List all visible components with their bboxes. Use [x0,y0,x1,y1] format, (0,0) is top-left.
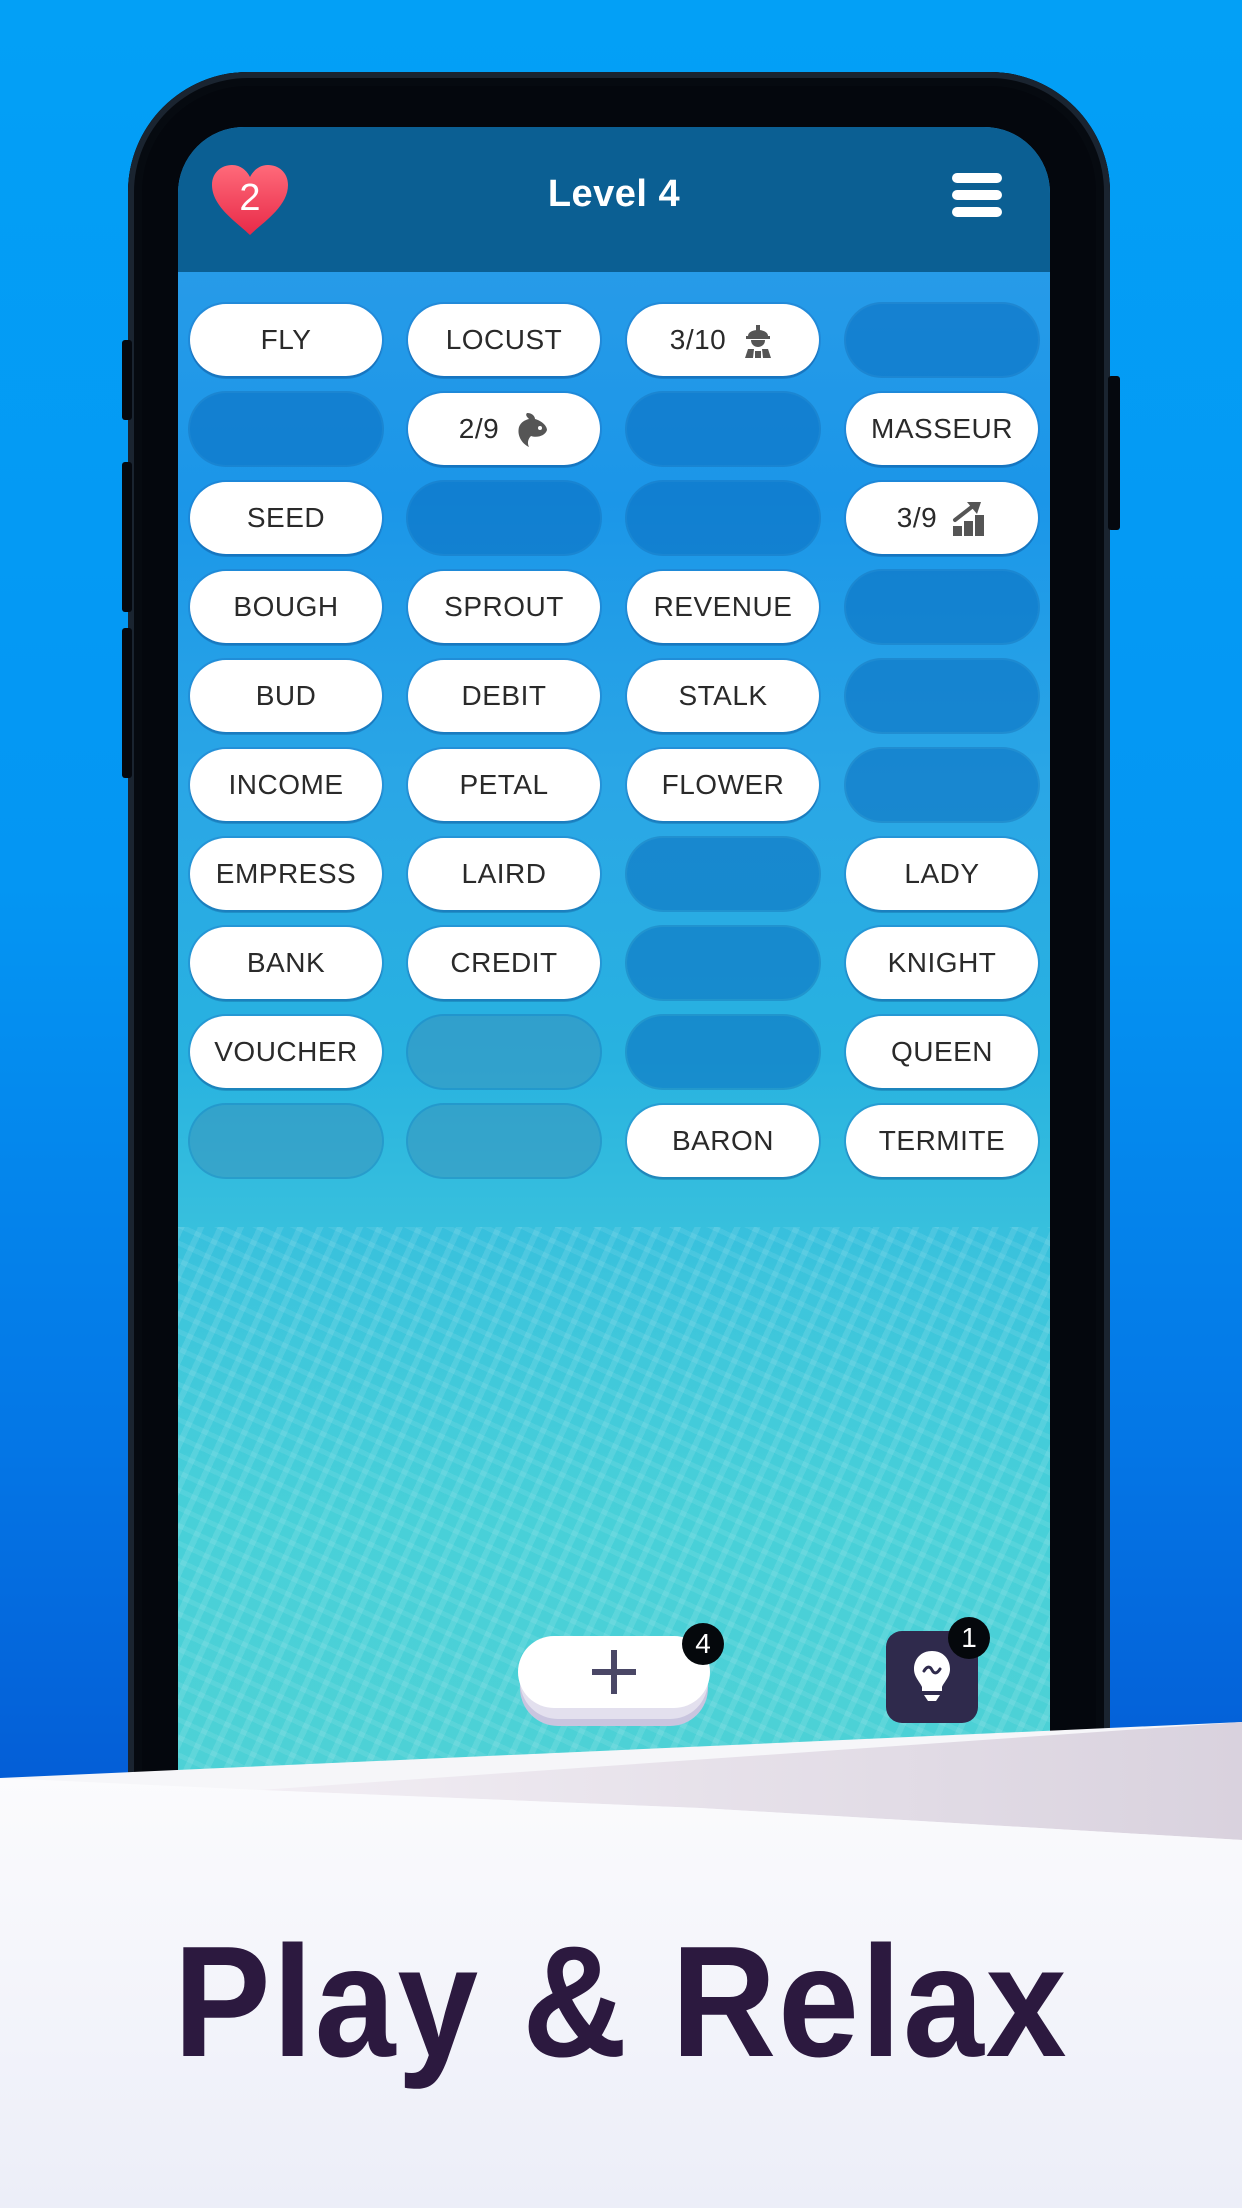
word-card[interactable]: QUEEN [846,1016,1038,1088]
word-card-label: CREDIT [450,947,558,978]
empty-slot [408,1016,600,1088]
add-cards-button[interactable] [518,1636,710,1726]
category-card[interactable]: 3/10 [627,304,819,376]
word-card-label: MASSEUR [871,413,1013,444]
empty-slot [627,838,819,910]
empty-slot [627,1016,819,1088]
word-card[interactable]: STALK [627,660,819,732]
word-card[interactable]: TERMITE [846,1105,1038,1177]
word-card-label: DEBIT [461,680,547,711]
empty-slot [627,927,819,999]
word-card-label: LOCUST [445,324,563,355]
empty-slot [627,482,819,554]
growth-chart-icon [951,500,987,536]
game-screen: 2 Level 4 FLY LOCUST 3/10 2/9 MASSEUR SEED 3/9… [178,127,1050,1987]
empty-slot [846,660,1038,732]
word-card[interactable]: PETAL [408,749,600,821]
empty-slot [408,1105,600,1177]
word-card-label: SPROUT [444,591,564,622]
word-card[interactable]: CREDIT [408,927,600,999]
word-card-label: KNIGHT [887,947,997,978]
lightbulb-icon [914,1651,950,1701]
phone-side-button [1108,376,1120,530]
word-card[interactable]: LOCUST [408,304,600,376]
word-card[interactable]: SEED [190,482,382,554]
word-card-label: FLOWER [661,769,785,800]
word-card-label: INCOME [228,769,344,800]
category-card[interactable]: 3/9 [846,482,1038,554]
phone-side-button [122,628,132,778]
word-card-label: BANK [246,947,326,978]
word-card[interactable]: INCOME [190,749,382,821]
word-card[interactable]: BOUGH [190,571,382,643]
hint-badge: 1 [948,1617,990,1659]
word-card[interactable]: FLY [190,304,382,376]
word-card[interactable]: MASSEUR [846,393,1038,465]
word-card[interactable]: REVENUE [627,571,819,643]
worker-icon [740,322,776,358]
word-card[interactable]: BANK [190,927,382,999]
category-progress: 2/9 [458,413,500,444]
word-card-label: VOUCHER [214,1036,358,1067]
word-card[interactable]: SPROUT [408,571,600,643]
word-card[interactable]: DEBIT [408,660,600,732]
word-card-label: LAIRD [461,858,547,889]
word-card-label: EMPRESS [215,858,357,889]
empty-slot [846,304,1038,376]
plus-icon [592,1650,636,1694]
word-card-label: STALK [678,680,768,711]
promo-tagline: Play & Relax [173,1914,1069,2090]
empty-slot [408,482,600,554]
word-card[interactable]: EMPRESS [190,838,382,910]
word-board: FLY LOCUST 3/10 2/9 MASSEUR SEED 3/9 BOUGH SPROU… [178,127,1050,1627]
word-card[interactable]: BARON [627,1105,819,1177]
word-card-label: PETAL [459,769,549,800]
word-card-label: SEED [246,502,326,533]
word-card[interactable]: FLOWER [627,749,819,821]
phone-side-button [122,340,132,420]
empty-slot [846,749,1038,821]
empty-slot [190,393,382,465]
word-card[interactable]: VOUCHER [190,1016,382,1088]
empty-slot [627,393,819,465]
empty-slot [846,571,1038,643]
word-card-label: TERMITE [878,1125,1006,1156]
category-card[interactable]: 2/9 [408,393,600,465]
word-card[interactable]: KNIGHT [846,927,1038,999]
add-cards-badge: 4 [682,1623,724,1665]
word-card-label: LADY [904,858,980,889]
phone-side-button [122,462,132,612]
category-progress: 3/10 [669,324,727,355]
word-card-label: FLY [260,324,312,355]
empty-slot [190,1105,382,1177]
word-card[interactable]: BUD [190,660,382,732]
word-card-label: QUEEN [890,1036,994,1067]
word-card[interactable]: LADY [846,838,1038,910]
word-card-label: BUD [255,680,317,711]
word-card-label: BOUGH [233,591,339,622]
word-card[interactable]: LAIRD [408,838,600,910]
word-card-label: REVENUE [653,591,793,622]
word-card-label: BARON [671,1125,775,1156]
fish-icon [513,411,549,447]
category-progress: 3/9 [896,502,938,533]
